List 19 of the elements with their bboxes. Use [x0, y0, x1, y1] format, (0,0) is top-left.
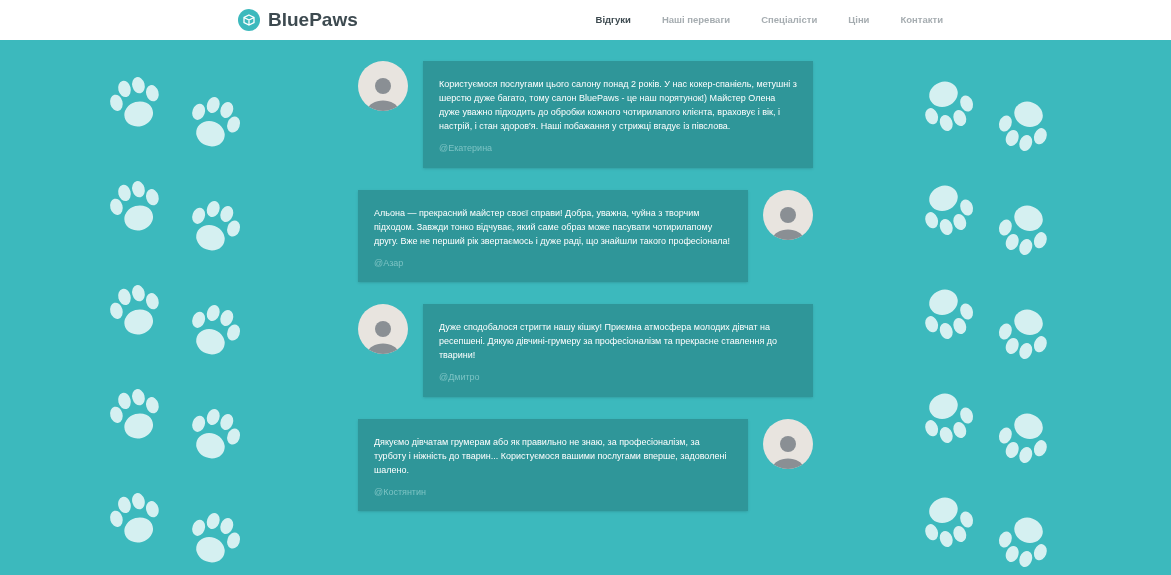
- review-text: Альона — прекрасний майстер своєї справи! Добра, уважна, чуйна з творчим підходом. Завжди тонко відчуває, який саме образ може пасувати чотирилапому другу. Вже не перший рік звертаємось і дуже раді, що знайшли такого професіонала!: [374, 206, 732, 248]
- logo-text[interactable]: BluePaws: [268, 5, 358, 35]
- review-author: @Екатерина: [439, 142, 494, 155]
- review-text: Дуже сподобалося стригти нашу кішку! Приємна атмосфера молодих дівчат на ресепшені. Дякую дівчині-грумеру за професіоналізм та прекрасне ставлення до тварини!: [439, 321, 779, 362]
- nav-link[interactable]: Спеціалісти: [758, 0, 821, 40]
- avatar: [358, 61, 408, 111]
- avatar: [763, 189, 813, 240]
- review-author: @Костянтин: [374, 485, 427, 499]
- nav-link[interactable]: Контакти: [897, 0, 946, 40]
- avatar: [358, 304, 408, 354]
- avatar: [763, 418, 813, 469]
- review-author: @Азар: [374, 256, 405, 270]
- logo-icon: [238, 9, 260, 31]
- review-author: @Дмитро: [439, 371, 481, 384]
- review-text: Користуємося послугами цього салону понад 2 років. У нас кокер-спаніель, метушні з шерстю дуже багато, тому салон BluePaws - це наш порятунок!) Майстер Олена дуже уважно підходить до обробки кожного чотирилапого клієнта, враховує і вік, і настрій, і стан здоров'я. Наші побажання у стрижці вгадує із півслова.: [439, 78, 797, 133]
- nav-link[interactable]: Наші переваги: [658, 0, 734, 40]
- nav-link[interactable]: Відгуки: [592, 0, 634, 43]
- review-text: Дякуємо дівчатам грумерам або як правильно не знаю, за професіоналізм, за турботу і ніжність до тварин... Користуємося вашими послугами вперше, задоволені шалено.: [374, 435, 728, 477]
- nav-link[interactable]: Ціни: [845, 0, 873, 40]
